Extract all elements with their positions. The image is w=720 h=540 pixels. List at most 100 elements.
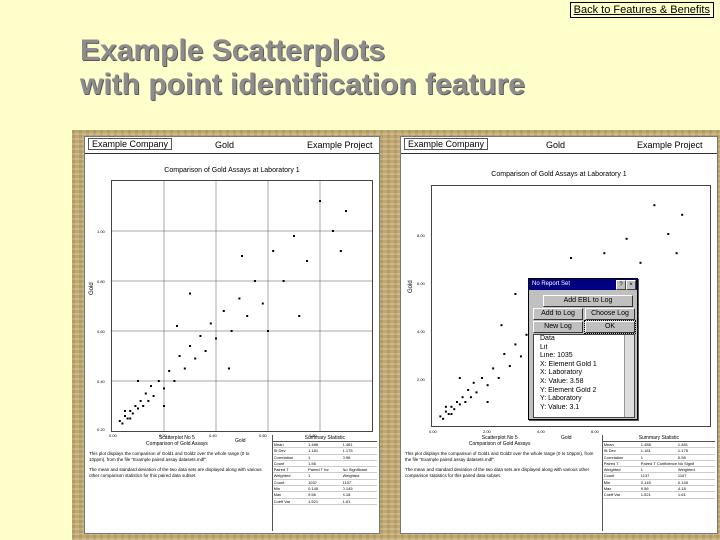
scatter-point[interactable] — [486, 401, 489, 403]
scatter-point[interactable] — [570, 257, 572, 259]
scatter-point[interactable] — [603, 252, 606, 255]
scatter-point[interactable] — [139, 400, 142, 402]
scatter-point[interactable] — [475, 391, 478, 394]
scatter-point[interactable] — [492, 367, 495, 370]
scatter-point[interactable] — [653, 204, 656, 207]
scatter-point[interactable] — [675, 252, 678, 255]
scatter-point[interactable] — [137, 380, 139, 382]
scatter-point[interactable] — [472, 381, 475, 384]
scatter-point[interactable] — [486, 384, 489, 387]
scatter-point[interactable] — [230, 330, 233, 332]
scatter-point[interactable] — [222, 310, 225, 312]
scatter-point[interactable] — [254, 280, 256, 282]
scatter-point[interactable] — [458, 403, 461, 406]
point-detail-item[interactable]: Lit — [537, 344, 634, 353]
scatter-point[interactable] — [142, 405, 145, 407]
scatter-point[interactable] — [163, 405, 165, 407]
scatter-point[interactable] — [209, 322, 212, 325]
scatter-point[interactable] — [442, 417, 445, 420]
scatter-point[interactable] — [189, 292, 191, 295]
scatter-point[interactable] — [444, 405, 447, 408]
scatter-point[interactable] — [126, 417, 129, 420]
scatter-point[interactable] — [118, 420, 121, 422]
scatter-point[interactable] — [503, 353, 506, 355]
scatter-point[interactable] — [298, 315, 301, 317]
scatter-point[interactable] — [129, 417, 132, 420]
scatter-point[interactable] — [176, 325, 178, 327]
scatter-point[interactable] — [481, 377, 484, 379]
scatter-point[interactable] — [447, 413, 450, 415]
scatter-point[interactable] — [129, 410, 132, 412]
scatter-point[interactable] — [467, 389, 470, 391]
scatter-point[interactable] — [625, 237, 628, 240]
scatter-point[interactable] — [267, 330, 269, 332]
scatter-point[interactable] — [450, 405, 453, 408]
scatter-point[interactable] — [456, 401, 459, 403]
point-details-list[interactable]: Data Lit Line: 1035 X: Element Gold 1 X: Lab… — [533, 334, 635, 418]
scatter-point[interactable] — [508, 365, 511, 367]
scatter-point[interactable] — [189, 345, 191, 347]
add-ebl-to-log-button[interactable]: Add EBL to Log — [543, 295, 633, 307]
scatter-point[interactable] — [199, 335, 202, 337]
scatter-point[interactable] — [282, 280, 285, 282]
scatter-point[interactable] — [497, 377, 500, 379]
scatter-point[interactable] — [345, 210, 347, 212]
scatter-point[interactable] — [238, 297, 241, 300]
scatter-point[interactable] — [332, 230, 334, 232]
scatter-point[interactable] — [147, 400, 150, 402]
point-detail-item[interactable]: Data — [537, 335, 634, 344]
scatter-point[interactable] — [469, 396, 472, 399]
scatter-point[interactable] — [639, 261, 642, 264]
point-detail-item[interactable]: X: Value: 3.58 — [537, 378, 634, 387]
scatter-point[interactable] — [458, 377, 461, 379]
scatter-point[interactable] — [439, 415, 442, 418]
scatter-point[interactable] — [228, 367, 230, 370]
back-to-features-link[interactable]: Back to Features & Benefits — [569, 2, 714, 18]
close-icon[interactable]: × — [626, 280, 636, 290]
point-detail-item[interactable]: X: Element Gold 1 — [537, 361, 634, 370]
scatter-point[interactable] — [319, 200, 321, 202]
scatter-point[interactable] — [519, 355, 522, 358]
scatter-point[interactable] — [194, 357, 197, 360]
scatter-point[interactable] — [163, 387, 165, 390]
scatter-point[interactable] — [241, 255, 243, 257]
point-identification-dialog[interactable]: No Report Set ? × Add EBL to Log Add to … — [528, 278, 638, 420]
scatter-point[interactable] — [339, 250, 342, 252]
scatter-point[interactable] — [215, 337, 217, 340]
scatter-point[interactable] — [124, 415, 126, 417]
scatter-point[interactable] — [667, 233, 670, 235]
scatter-point[interactable] — [173, 380, 176, 382]
scatter-point[interactable] — [306, 260, 308, 262]
list-scrollbar[interactable] — [624, 335, 634, 417]
new-log-button[interactable]: New Log — [533, 321, 583, 333]
scatter-point[interactable] — [453, 408, 456, 411]
scatter-point[interactable] — [450, 413, 453, 415]
scatter-point[interactable] — [444, 410, 447, 413]
scatter-point[interactable] — [152, 395, 155, 397]
scatter-plot-area[interactable] — [111, 180, 373, 432]
scatter-point[interactable] — [150, 385, 152, 387]
scatter-point[interactable] — [131, 412, 134, 415]
point-detail-item[interactable]: Y: Laboratory — [537, 395, 634, 404]
scatter-point[interactable] — [157, 380, 160, 382]
add-to-log-button[interactable]: Add to Log — [533, 308, 583, 320]
scatter-point[interactable] — [681, 213, 684, 216]
scatter-point[interactable] — [144, 392, 147, 395]
help-icon[interactable]: ? — [616, 280, 626, 290]
point-detail-item[interactable]: X: Laboratory — [537, 369, 634, 378]
scatter-point[interactable] — [168, 370, 171, 372]
scatter-point[interactable] — [178, 355, 181, 357]
scatter-point[interactable] — [204, 350, 207, 352]
scatter-point[interactable] — [514, 293, 517, 295]
scatter-point[interactable] — [500, 324, 503, 327]
scatter-point[interactable] — [121, 422, 124, 425]
ok-button[interactable]: OK — [584, 320, 636, 334]
scatter-point[interactable] — [293, 235, 295, 237]
point-detail-item[interactable]: Line: 1035 — [537, 352, 634, 361]
choose-log-button[interactable]: Choose Log — [585, 308, 635, 320]
scatter-point[interactable] — [183, 367, 186, 370]
scatter-point[interactable] — [464, 401, 467, 403]
scatter-point[interactable] — [124, 410, 126, 412]
scatter-point[interactable] — [272, 250, 275, 252]
scatter-point[interactable] — [137, 407, 139, 410]
